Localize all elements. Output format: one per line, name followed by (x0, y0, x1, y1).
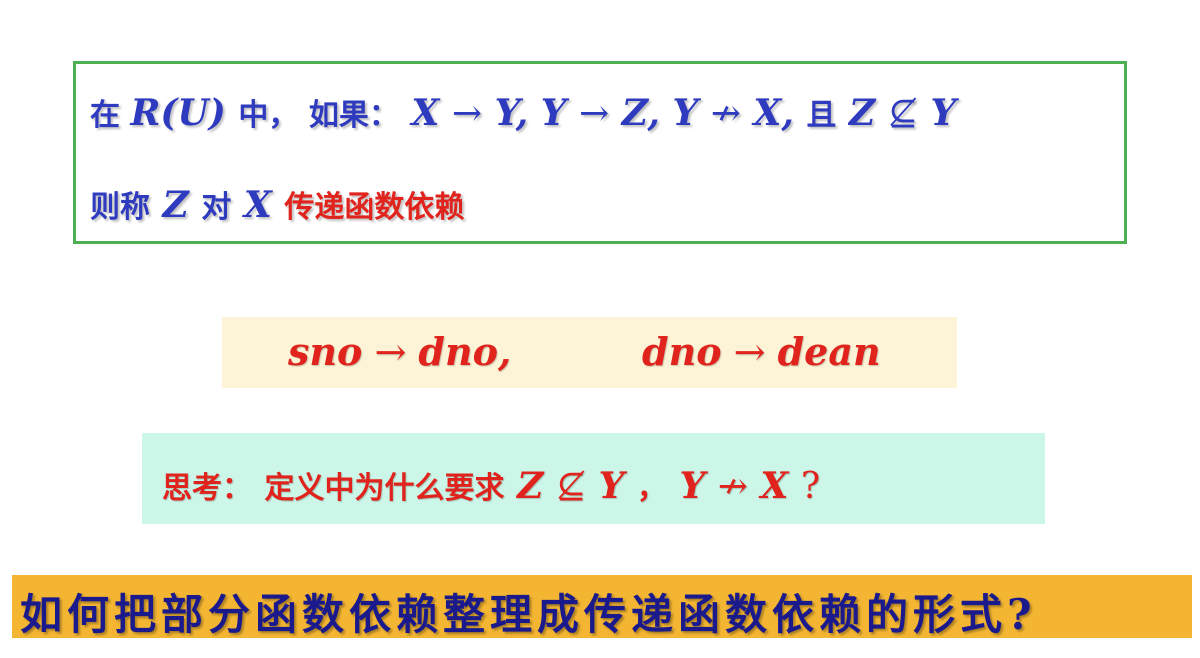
arrow-icon: → (578, 93, 610, 134)
example-box: sno → dno, dno → dean (222, 317, 957, 388)
thinking-separator: ， (636, 471, 667, 506)
arrow-icon: → (451, 93, 483, 134)
thinking-x: X (760, 465, 789, 507)
fd1-rhs: Y, (494, 92, 529, 134)
fd3-rhs: X, (753, 92, 794, 134)
not-subset-icon: ⊈ (887, 93, 918, 134)
subset-lhs: Z (848, 92, 876, 134)
thinking-y2: Y (679, 465, 706, 507)
example-fd2-lhs: dno (642, 329, 722, 374)
subset-rhs: Y (930, 92, 957, 134)
thinking-y1: Y (598, 465, 625, 507)
thinking-question: 思考： 定义中为什么要求 Z ⊈ Y ， Y ↛ X ? (162, 463, 820, 507)
definition-box: 在 R(U) 中， 如果： X → Y, Y → Z, Y ↛ X, 且 Z ⊈… (73, 61, 1127, 244)
not-arrow-icon: ↛ (710, 93, 741, 134)
fd2-rhs: Z, (621, 92, 660, 134)
definition-condition-label: 中， 如果： (238, 98, 399, 133)
example-fd1-lhs: sno (288, 329, 363, 374)
definition-prefix: 在 (90, 98, 131, 133)
example-fd2-rhs: dean (777, 329, 881, 374)
conclusion-prefix: 则称 (90, 190, 150, 225)
thinking-prompt: 定义中为什么要求 (264, 471, 505, 506)
definition-line-2: 则称 Z 对 X 传递函数依赖 (90, 182, 464, 226)
relation-schema: R(U) (130, 92, 226, 134)
question-mark: ? (800, 466, 821, 507)
fd1-lhs: X (411, 92, 440, 134)
example-fd-1: sno → dno, (288, 329, 511, 374)
conclusion-z: Z (162, 184, 189, 226)
question-bar: 如何把部分函数依赖整理成传递函数依赖的形式? (12, 575, 1192, 639)
conjunction: 且 (806, 98, 837, 133)
thinking-box: 思考： 定义中为什么要求 Z ⊈ Y ， Y ↛ X ? (142, 433, 1045, 524)
definition-line-1: 在 R(U) 中， 如果： X → Y, Y → Z, Y ↛ X, 且 Z ⊈… (90, 90, 956, 134)
example-fd1-rhs: dno, (418, 329, 512, 374)
not-subset-icon: ⊈ (555, 466, 587, 507)
fd3-lhs: Y (672, 92, 699, 134)
not-arrow-icon: ↛ (717, 466, 748, 507)
example-fd-2: dno → dean (642, 329, 881, 374)
thinking-label: 思考： (162, 471, 252, 506)
arrow-icon: → (733, 330, 766, 374)
arrow-icon: → (374, 330, 407, 374)
conclusion-mid: 对 (201, 190, 232, 225)
slide: 在 R(U) 中， 如果： X → Y, Y → Z, Y ↛ X, 且 Z ⊈… (0, 0, 1200, 658)
conclusion-x: X (243, 184, 272, 226)
defined-term: 传递函数依赖 (284, 190, 465, 225)
fd2-lhs: Y (540, 92, 567, 134)
question-text: 如何把部分函数依赖整理成传递函数依赖的形式? (20, 590, 1037, 639)
thinking-z: Z (517, 465, 544, 507)
